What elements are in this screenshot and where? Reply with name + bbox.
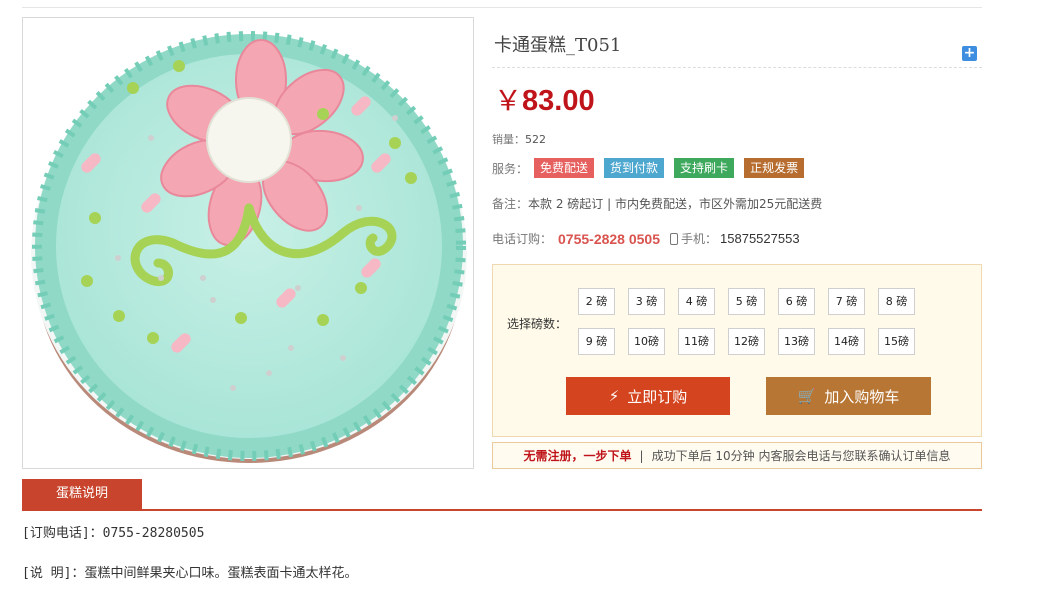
weight-option-3[interactable]: 3 磅 [628,288,665,315]
weight-option-14[interactable]: 14磅 [828,328,865,355]
buy-now-button[interactable]: ⚡ 立即订购 [566,377,730,415]
service-tag-free-delivery: 免费配送 [534,158,595,178]
description-details: [说 明]：蛋糕中间鲜果夹心口味。蛋糕表面卡通太样花。 [22,566,358,581]
weight-option-4[interactable]: 4 磅 [678,288,715,315]
lightning-icon: ⚡ [608,387,620,405]
currency-symbol: ￥ [494,84,523,117]
add-to-cart-label: 加入购物车 [824,387,900,406]
mobile-number: 15875527553 [720,231,800,246]
services-label: 服务： [492,161,529,176]
weight-option-2[interactable]: 2 磅 [578,288,615,315]
plus-square-icon[interactable]: + [962,46,977,61]
weight-option-10[interactable]: 10磅 [628,328,665,355]
notice-separator: | [639,448,644,463]
phone-label: 电话订购： [492,232,553,246]
description-tabbar: 蛋糕说明 [22,479,982,511]
weight-label: 选择磅数： [507,317,568,331]
tab-cake-description[interactable]: 蛋糕说明 [22,479,142,509]
top-divider [22,7,982,8]
title-divider [492,67,982,68]
note-text: 本款 2 磅起订 | 市内免费配送，市区外需加25元配送费 [528,197,823,211]
service-tag-cash-on-delivery: 货到付款 [604,158,665,178]
services-row: 服务： 免费配送 货到付款 支持刷卡 正规发票 [492,158,814,178]
weight-option-9[interactable]: 9 磅 [578,328,615,355]
weight-option-5[interactable]: 5 磅 [728,288,765,315]
product-title: 卡通蛋糕_T051 [494,35,622,56]
description-order-phone: [订购电话]：0755-28280505 [22,526,205,541]
weight-option-13[interactable]: 13磅 [778,328,815,355]
order-notice: 无需注册，一步下单 | 成功下单后 10分钟 内客服会电话与您联系确认订单信息 [492,442,982,469]
weight-option-7[interactable]: 7 磅 [828,288,865,315]
phone-number: 0755-2828 0505 [558,230,661,247]
phone-row: 电话订购： 0755-2828 0505 手机： 15875527553 [492,230,800,247]
weight-option-15[interactable]: 15磅 [878,328,915,355]
notice-highlight: 无需注册，一步下单 [523,449,632,463]
weight-option-8[interactable]: 8 磅 [878,288,915,315]
note-row: 备注：本款 2 磅起订 | 市内免费配送，市区外需加25元配送费 [492,195,822,212]
weight-option-12[interactable]: 12磅 [728,328,765,355]
weight-option-11[interactable]: 11磅 [678,328,715,355]
service-tag-card-payment: 支持刷卡 [674,158,735,178]
weight-option-6[interactable]: 6 磅 [778,288,815,315]
sales-value: 522 [525,133,546,146]
product-image[interactable] [22,17,474,469]
mobile-phone-icon [670,232,679,245]
product-price: ￥83.00 [494,79,595,119]
price-amount: 83.00 [522,85,595,117]
weight-selector-panel: 选择磅数： 2 磅 3 磅 4 磅 5 磅 6 磅 7 磅 8 磅 9 磅 10… [492,264,982,437]
notice-text: 成功下单后 10分钟 内客服会电话与您联系确认订单信息 [651,449,951,463]
service-tag-invoice: 正规发票 [744,158,805,178]
sales-label: 销量： [492,133,525,146]
cake-illustration [31,31,467,463]
buy-now-label: 立即订购 [627,387,688,406]
mobile-label: 手机： [681,232,718,246]
add-to-cart-button[interactable]: 🛒 加入购物车 [766,377,931,415]
cart-icon: 🛒 [797,387,817,405]
sales-row: 销量：522 [492,131,546,147]
note-label: 备注： [492,197,529,211]
